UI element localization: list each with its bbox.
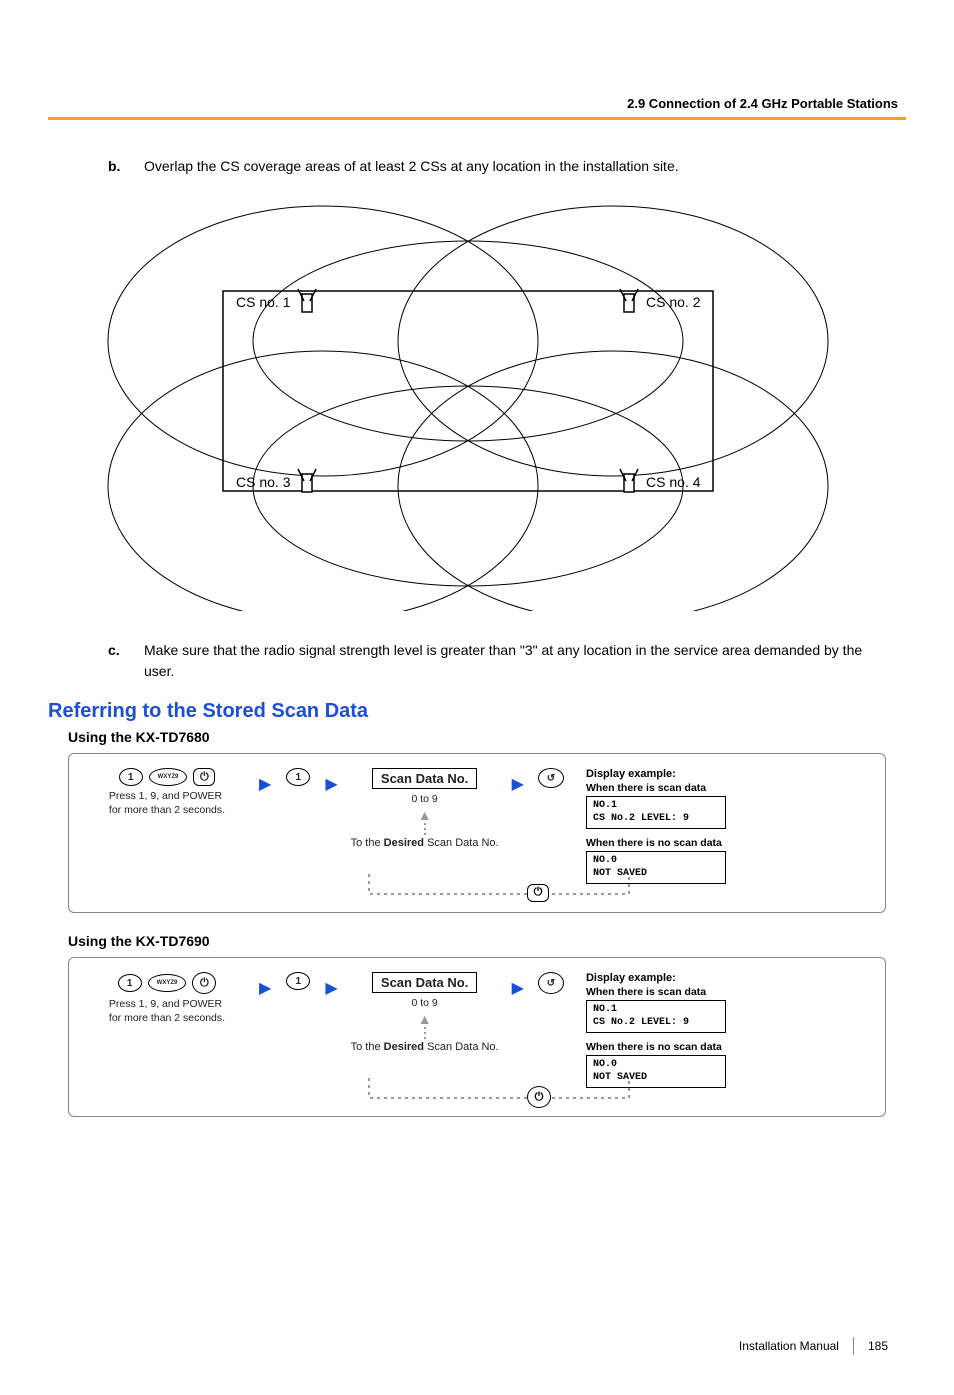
- proc-heading-0: Using the KX-TD7680: [68, 729, 906, 745]
- step-c-text: Make sure that the radio signal strength…: [144, 640, 906, 682]
- proc1-step2: 1: [283, 972, 313, 994]
- dotted-connector-icon: [422, 1027, 428, 1041]
- proc-box-1: 1 WXYZ9 ⏻ Press 1, 9, and POWER for more…: [68, 957, 886, 1117]
- display-yes-box: NO.1 CS No.2 LEVEL: 9: [586, 1000, 726, 1033]
- proc0-step1-note: Press 1, 9, and POWER for more than 2 se…: [109, 790, 225, 817]
- coverage-svg: CS no. 1 CS no. 2 CS no. 3 CS no. 4: [98, 191, 838, 611]
- scan-data-label: Scan Data No.: [372, 768, 477, 789]
- display-when-yes: When there is scan data: [586, 782, 726, 794]
- header-rule: [48, 117, 906, 120]
- proc1-step1-note: Press 1, 9, and POWER for more than 2 se…: [109, 998, 225, 1025]
- display-yes-box: NO.1 CS No.2 LEVEL: 9: [586, 796, 726, 829]
- proc1-desired: To the Desired Scan Data No.: [351, 1041, 499, 1053]
- page-header-section: 2.9 Connection of 2.4 GHz Portable Stati…: [48, 96, 906, 111]
- step-c-marker: c.: [108, 640, 126, 682]
- arrow-icon: ▶: [259, 774, 271, 794]
- display-when-no: When there is no scan data: [586, 837, 726, 849]
- proc-box-0: 1 WXYZ9 ⏻ Press 1, 9, and POWER for more…: [68, 753, 886, 913]
- proc-heading-1: Using the KX-TD7690: [68, 933, 906, 949]
- key-1-icon: 1: [286, 972, 310, 990]
- arrow-icon: ▶: [325, 978, 337, 998]
- proc0-step1: 1 WXYZ9 ⏻ Press 1, 9, and POWER for more…: [87, 768, 247, 817]
- step-b: b. Overlap the CS coverage areas of at l…: [108, 156, 906, 177]
- key-9-icon: WXYZ9: [148, 974, 187, 992]
- key-1-icon: 1: [118, 974, 142, 992]
- proc1-step3: Scan Data No. 0 to 9 ▲ To the Desired Sc…: [350, 972, 500, 1053]
- cs-label-2: CS no. 2: [646, 294, 701, 310]
- proc1-speaker: ↺: [536, 972, 566, 998]
- proc1-step1: 1 WXYZ9 ⏻ Press 1, 9, and POWER for more…: [87, 972, 247, 1025]
- step-b-text: Overlap the CS coverage areas of at leas…: [144, 156, 906, 177]
- return-path-icon: ⏻: [69, 1074, 885, 1114]
- cs-label-3: CS no. 3: [236, 474, 291, 490]
- proc0-step3: Scan Data No. 0 to 9 ▲ To the Desired Sc…: [350, 768, 500, 849]
- power-icon: ⏻: [527, 1086, 551, 1108]
- key-1-icon: 1: [286, 768, 310, 786]
- key-9-icon: WXYZ9: [149, 768, 188, 786]
- power-icon: ⏻: [193, 768, 215, 786]
- speaker-icon: ↺: [538, 768, 564, 788]
- arrow-up-icon: ▲: [418, 1011, 432, 1027]
- section-title: Referring to the Stored Scan Data: [48, 700, 906, 723]
- proc1-range: 0 to 9: [411, 997, 437, 1011]
- display-when-yes: When there is scan data: [586, 986, 726, 998]
- scan-data-label: Scan Data No.: [372, 972, 477, 993]
- dotted-connector-icon: [422, 823, 428, 837]
- return-path-icon: ⏻: [69, 870, 885, 910]
- cs-label-1: CS no. 1: [236, 294, 291, 310]
- step-c: c. Make sure that the radio signal stren…: [108, 640, 906, 682]
- proc0-desired: To the Desired Scan Data No.: [351, 837, 499, 849]
- display-when-no: When there is no scan data: [586, 1041, 726, 1053]
- arrow-up-icon: ▲: [418, 807, 432, 823]
- key-1-icon: 1: [119, 768, 143, 786]
- power-icon: ⏻: [192, 972, 216, 994]
- footer-divider: [853, 1337, 854, 1355]
- page-footer: Installation Manual 185: [48, 1337, 906, 1355]
- arrow-icon: ▶: [325, 774, 337, 794]
- coverage-diagram: CS no. 1 CS no. 2 CS no. 3 CS no. 4: [98, 191, 906, 616]
- proc0-range: 0 to 9: [411, 793, 437, 807]
- arrow-icon: ▶: [512, 774, 524, 794]
- speaker-icon: ↺: [538, 972, 564, 994]
- proc0-speaker: ↺: [536, 768, 566, 792]
- display-heading: Display example:: [586, 768, 726, 780]
- cs-label-4: CS no. 4: [646, 474, 701, 490]
- step-b-marker: b.: [108, 156, 126, 177]
- display-heading: Display example:: [586, 972, 726, 984]
- power-icon: ⏻: [527, 884, 549, 902]
- arrow-icon: ▶: [259, 978, 271, 998]
- arrow-icon: ▶: [512, 978, 524, 998]
- proc0-step2: 1: [283, 768, 313, 790]
